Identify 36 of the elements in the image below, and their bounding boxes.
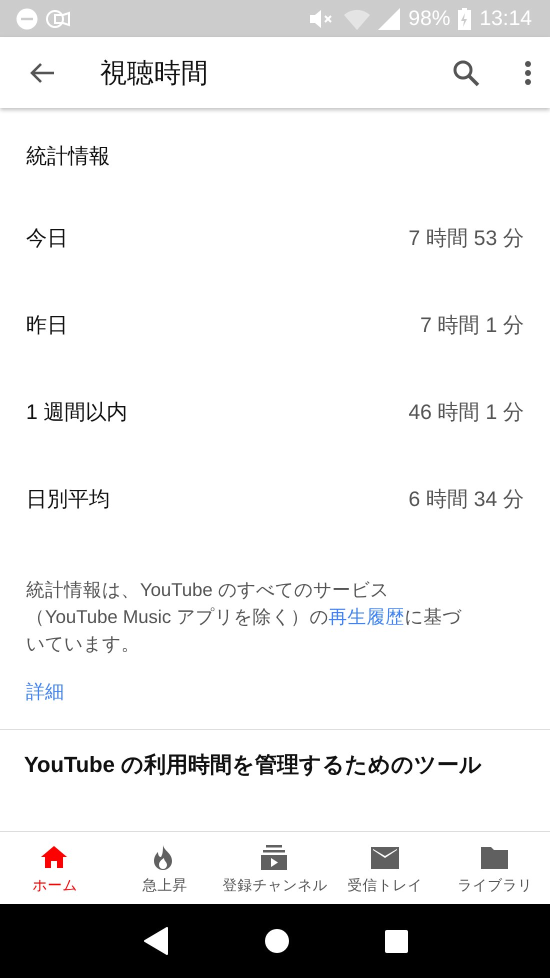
subscriptions-icon xyxy=(260,844,290,871)
info-text: 統計情報は、YouTube のすべてのサービス（YouTube Music アプリを除く）の再生履歴に基づいています。 xyxy=(26,578,462,656)
battery-charging-icon xyxy=(458,8,472,30)
nav-tab[interactable]: 登録チャンネル xyxy=(220,832,330,904)
page-title: 視聴時間 xyxy=(100,56,209,90)
folder-icon xyxy=(480,844,510,871)
stat-value: 46 時間 1 分 xyxy=(408,400,524,426)
details-link[interactable]: 詳細 xyxy=(26,679,64,705)
stat-label: 1 週間以内 xyxy=(26,400,128,426)
mail-icon xyxy=(370,844,400,871)
nav-tab[interactable]: 受信トレイ xyxy=(330,832,440,904)
megaphone-icon xyxy=(46,8,72,30)
stat-label: 昨日 xyxy=(26,312,68,338)
search-icon xyxy=(452,58,480,86)
recent-apps-icon[interactable] xyxy=(384,930,408,952)
stat-value: 7 時間 1 分 xyxy=(420,312,524,338)
history-link[interactable]: 再生履歴 xyxy=(328,606,404,627)
signal-icon xyxy=(378,8,400,30)
more-options-button[interactable] xyxy=(524,60,532,86)
stat-value: 6 時間 34 分 xyxy=(408,486,524,512)
do-not-disturb-icon xyxy=(16,8,38,30)
section-heading: YouTube の利用時間を管理するためのツール xyxy=(24,751,483,779)
back-button[interactable] xyxy=(28,60,56,84)
nav-tab[interactable]: ホーム xyxy=(0,832,110,904)
back-icon[interactable] xyxy=(142,927,168,955)
nav-tab[interactable]: ライブラリ xyxy=(440,832,550,904)
search-button[interactable] xyxy=(452,58,480,86)
section-heading: 統計情報 xyxy=(26,144,111,170)
nav-tab[interactable]: 急上昇 xyxy=(110,832,220,904)
stat-value: 7 時間 53 分 xyxy=(408,226,524,252)
more-options-icon xyxy=(524,60,532,86)
wifi-icon xyxy=(344,8,370,30)
stat-label: 日別平均 xyxy=(26,486,110,512)
stat-label: 今日 xyxy=(26,226,68,252)
back-arrow-icon xyxy=(28,60,56,84)
home-icon[interactable] xyxy=(264,928,290,954)
